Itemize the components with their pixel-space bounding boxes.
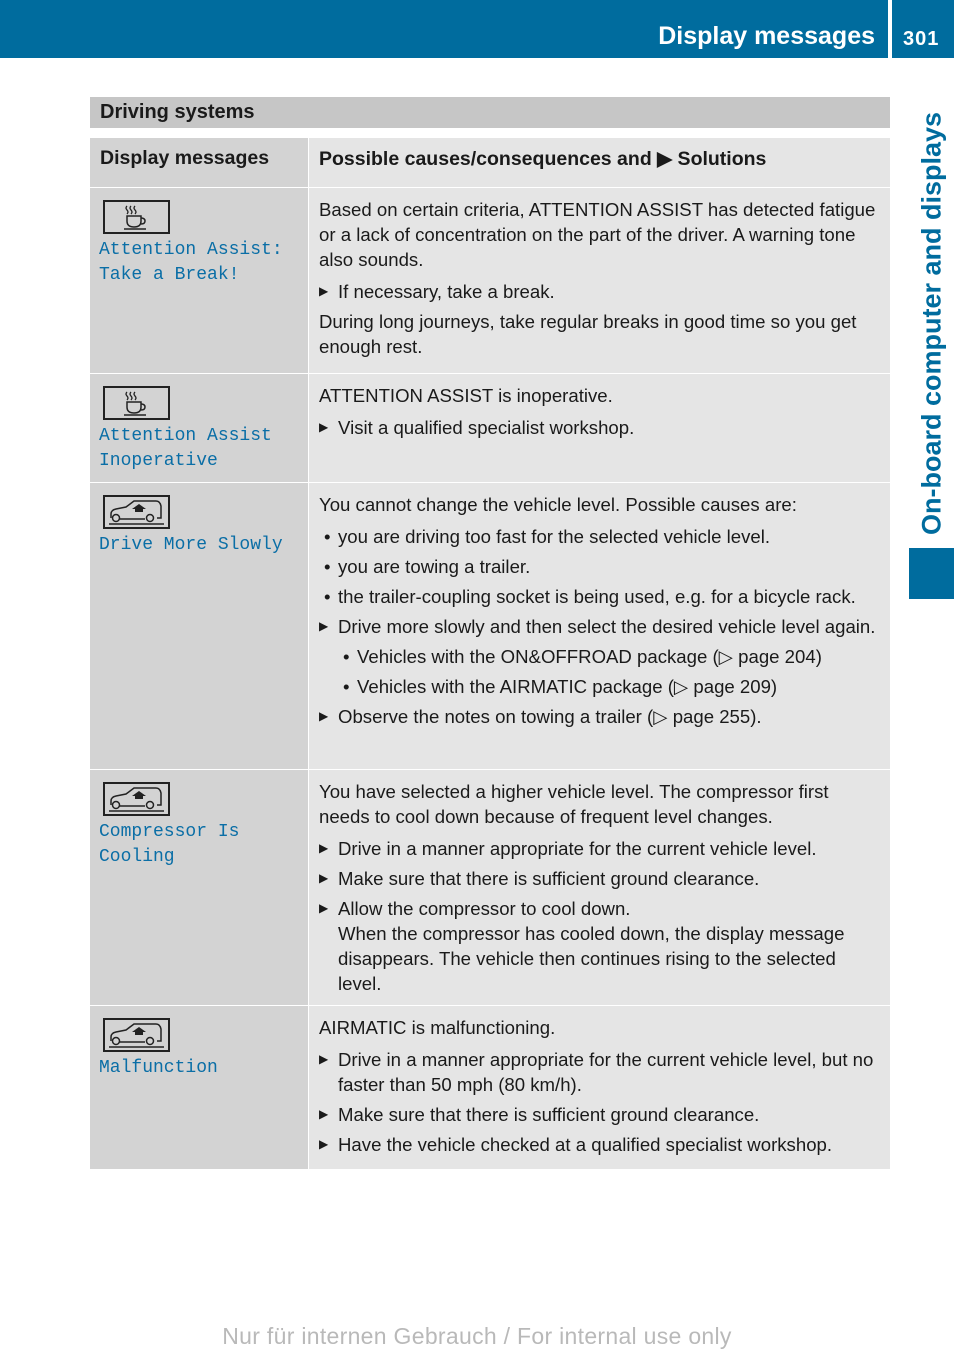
- watermark: Nur für internen Gebrauch / For internal…: [222, 1323, 732, 1349]
- list-item: you are driving too fast for the selecte…: [319, 524, 882, 549]
- solution-step: Visit a qualified specialist workshop.: [319, 415, 882, 440]
- causes-cell: Based on certain criteria, ATTENTION ASS…: [308, 187, 890, 374]
- display-message: Attention Assist Inoperative: [99, 426, 272, 471]
- solution-step: Make sure that there is sufficient groun…: [319, 866, 882, 891]
- table-row: Attention Assist Inoperative ATTENTION AS…: [90, 373, 890, 483]
- message-cell: Attention Assist: Take a Break!: [90, 187, 309, 374]
- description-text: You have selected a higher vehicle level…: [319, 781, 829, 827]
- section-header: Driving systems: [90, 97, 890, 128]
- message-cell: Malfunction: [90, 1005, 309, 1170]
- list-item: Vehicles with the AIRMATIC package (▷ pa…: [319, 674, 882, 699]
- list-item: the trailer-coupling socket is being use…: [319, 584, 882, 609]
- page-number: 301: [903, 28, 940, 50]
- description-text: You cannot change the vehicle level. Pos…: [319, 494, 797, 515]
- list-item: you are towing a trailer.: [319, 554, 882, 579]
- solution-step: Allow the compressor to cool down.: [319, 896, 882, 921]
- column-header-causes: Possible causes/consequences and ▶ Solut…: [308, 138, 890, 188]
- message-cell: Drive More Slowly: [90, 482, 309, 770]
- display-message: Drive More Slowly: [99, 535, 283, 555]
- solution-step: Observe the notes on towing a trailer (▷…: [319, 704, 882, 729]
- solution-step: Drive in a manner appropriate for the cu…: [319, 836, 882, 861]
- header-bar: Display messages: [0, 0, 888, 58]
- vehicle-level-icon: [103, 782, 170, 816]
- display-messages-table: Display messages Possible causes/consequ…: [90, 138, 890, 1170]
- table-row: Malfunction AIRMATIC is malfunctioning. Dr…: [90, 1005, 890, 1170]
- description-text: During long journeys, take regular break…: [319, 311, 857, 357]
- solution-step: Drive more slowly and then select the de…: [319, 614, 882, 639]
- vehicle-level-icon: [103, 495, 170, 529]
- causes-cell: You cannot change the vehicle level. Pos…: [308, 482, 890, 770]
- side-tab-marker: [909, 548, 954, 599]
- vehicle-level-icon: [103, 1018, 170, 1052]
- message-cell: Compressor Is Cooling: [90, 769, 309, 1006]
- display-message: Malfunction: [99, 1058, 218, 1078]
- coffee-cup-icon: [103, 386, 170, 420]
- side-tab-label: On-board computer and displays: [916, 111, 947, 535]
- message-cell: Attention Assist Inoperative: [90, 373, 309, 483]
- causes-cell: You have selected a higher vehicle level…: [308, 769, 890, 1006]
- solution-step: Make sure that there is sufficient groun…: [319, 1102, 882, 1127]
- display-message: Compressor Is Cooling: [99, 822, 240, 867]
- table-row: Attention Assist: Take a Break! Based on …: [90, 187, 890, 374]
- description-text: AIRMATIC is malfunctioning.: [319, 1017, 556, 1038]
- list-item: Vehicles with the ON&OFFROAD package (▷ …: [319, 644, 882, 669]
- description-text: Based on certain criteria, ATTENTION ASS…: [319, 199, 876, 270]
- coffee-cup-icon: [103, 200, 170, 234]
- display-message: Attention Assist: Take a Break!: [99, 240, 283, 285]
- section-title: Driving systems: [100, 101, 255, 123]
- causes-cell: AIRMATIC is malfunctioning. Drive in a ma…: [308, 1005, 890, 1170]
- list-item: When the compressor has cooled down, the…: [338, 923, 845, 994]
- solution-step: Drive in a manner appropriate for the cu…: [319, 1047, 882, 1097]
- page-number-box: 301: [892, 0, 954, 58]
- table-row: Compressor Is Cooling You have selected a…: [90, 769, 890, 1006]
- causes-cell: ATTENTION ASSIST is inoperative. Visit a …: [308, 373, 890, 483]
- column-header-messages: Display messages: [90, 138, 309, 188]
- solution-step: Have the vehicle checked at a qualified …: [319, 1132, 882, 1157]
- header-title: Display messages: [658, 22, 875, 50]
- solution-step: If necessary, take a break.: [319, 279, 882, 304]
- description-text: ATTENTION ASSIST is inoperative.: [319, 385, 613, 406]
- table-row: Drive More Slowly You cannot change the v…: [90, 482, 890, 770]
